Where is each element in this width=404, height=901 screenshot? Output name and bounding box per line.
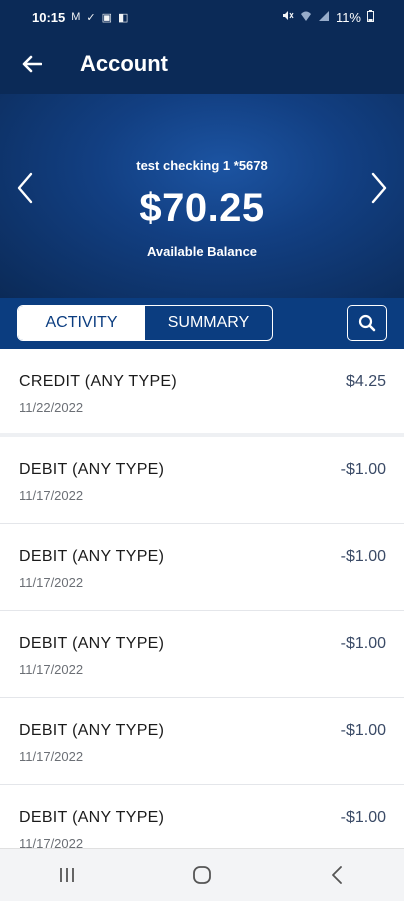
tab-activity[interactable]: ACTIVITY [18,306,145,340]
transaction-title: DEBIT (ANY TYPE) [19,635,165,652]
transaction-title: DEBIT (ANY TYPE) [19,548,165,565]
back-button[interactable] [0,34,64,94]
status-left: 10:15 M ✓ ▣ ◧ [32,10,128,25]
wifi-icon [300,10,312,25]
notification-icon: M [71,11,81,23]
system-nav-bar [0,848,404,901]
transaction-amount: $4.25 [345,373,386,390]
recents-icon [60,868,75,882]
transaction-row[interactable]: DEBIT (ANY TYPE) 11/17/2022 -$1.00 [0,437,404,524]
transaction-row[interactable]: CREDIT (ANY TYPE) 11/22/2022 $4.25 [0,349,404,437]
notification-icon: ✓ [86,11,96,24]
recents-button[interactable] [37,855,97,895]
transaction-title: DEBIT (ANY TYPE) [19,461,165,478]
transaction-amount: -$1.00 [340,722,386,739]
page-title: Account [80,51,168,76]
transaction-date: 11/17/2022 [19,749,84,764]
status-time: 10:15 [32,9,66,25]
home-button[interactable] [172,855,232,895]
transaction-amount: -$1.00 [340,809,386,826]
search-icon [358,314,376,332]
battery-percent: 11% [335,9,361,25]
transaction-title: DEBIT (ANY TYPE) [19,722,165,739]
balance-label: Available Balance [146,244,258,259]
search-button[interactable] [347,305,387,341]
transaction-date: 11/22/2022 [19,400,84,415]
transaction-row[interactable]: DEBIT (ANY TYPE) 11/17/2022 -$1.00 [0,698,404,785]
transaction-list: CREDIT (ANY TYPE) 11/22/2022 $4.25 DEBIT… [0,349,404,872]
segmented-control: ACTIVITY SUMMARY [17,305,273,341]
chevron-right-icon [371,172,387,204]
account-name: test checking 1 *5678 [136,158,268,173]
signal-icon [318,10,330,25]
app-bar: Account [0,34,404,94]
account-balance: $70.25 [139,186,265,230]
battery-icon [367,9,374,25]
transaction-row[interactable]: DEBIT (ANY TYPE) 11/17/2022 -$1.00 [0,611,404,698]
system-back-button[interactable] [307,855,367,895]
transaction-row[interactable]: DEBIT (ANY TYPE) 11/17/2022 -$1.00 [0,524,404,611]
home-icon [193,866,211,884]
transaction-date: 11/17/2022 [19,488,84,503]
transaction-title: DEBIT (ANY TYPE) [19,809,165,826]
tabs-strip: ACTIVITY SUMMARY [0,298,404,349]
tab-summary[interactable]: SUMMARY [145,306,272,340]
transaction-title: CREDIT (ANY TYPE) [19,373,178,390]
status-right: 11% [281,9,374,25]
status-bar: 10:15 M ✓ ▣ ◧ 11% [0,0,404,34]
mute-icon [281,9,294,25]
transaction-amount: -$1.00 [340,461,386,478]
next-account-button[interactable] [359,168,399,208]
notification-icon: ◧ [118,11,129,24]
transaction-date: 11/17/2022 [19,662,84,677]
balance-card: test checking 1 *5678 $70.25 Available B… [0,94,404,298]
transaction-amount: -$1.00 [340,548,386,565]
transaction-amount: -$1.00 [340,635,386,652]
arrow-left-icon [22,55,42,73]
notification-icon: ▣ [101,11,113,24]
back-icon [331,866,342,884]
transaction-date: 11/17/2022 [19,575,84,590]
